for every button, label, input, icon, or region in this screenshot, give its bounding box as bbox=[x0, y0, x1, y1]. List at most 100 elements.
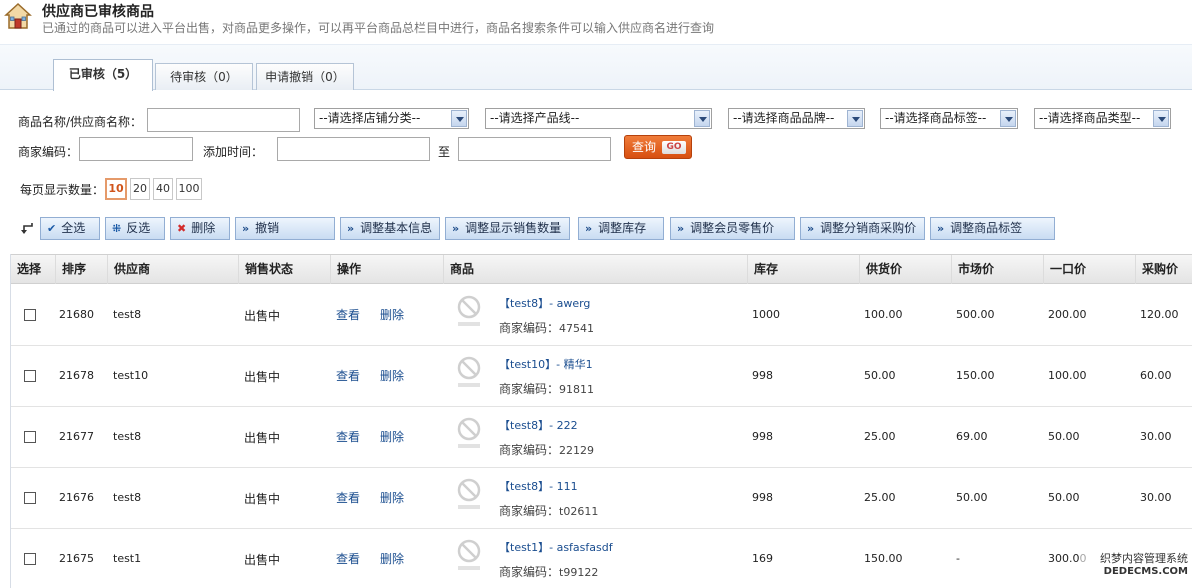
column-header: 排序 bbox=[55, 255, 107, 284]
pagesize-option-10[interactable]: 10 bbox=[105, 178, 127, 200]
shop-category-select[interactable]: --请选择店铺分类-- bbox=[314, 108, 469, 129]
tab-approved[interactable]: 已审核（5） bbox=[53, 59, 153, 91]
product-title-link[interactable]: 【test10】- 精华1 bbox=[499, 356, 593, 372]
product-title-link[interactable]: 【test8】- 222 bbox=[499, 417, 578, 433]
query-button[interactable]: 查询 GO bbox=[624, 135, 692, 159]
page-header: 供应商已审核商品 已通过的商品可以进入平台出售，对商品更多操作，可以再平台商品总… bbox=[0, 0, 1192, 44]
stock-value: 1000 bbox=[752, 308, 780, 321]
view-link[interactable]: 查看 bbox=[336, 306, 360, 323]
product-table: 选择 排序 供应商 销售状态 操作 商品 库存 供货价 市场价 一口价 采购价 … bbox=[10, 254, 1192, 588]
column-header: 操作 bbox=[330, 255, 443, 284]
fixed-price: 100.00 bbox=[1048, 369, 1087, 382]
shop-category-value: --请选择店铺分类-- bbox=[319, 111, 421, 125]
time-from-input[interactable] bbox=[277, 137, 430, 161]
sale-status: 出售中 bbox=[244, 553, 281, 567]
sort-value: 21676 bbox=[59, 491, 94, 504]
double-chevron-right-icon: » bbox=[937, 222, 944, 235]
watermark: 织梦内容管理系统 DEDECMS.COM bbox=[1080, 552, 1192, 588]
supplier-name: test1 bbox=[113, 552, 142, 565]
row-checkbox[interactable] bbox=[24, 431, 36, 443]
view-link[interactable]: 查看 bbox=[336, 550, 360, 567]
column-header: 采购价 bbox=[1135, 255, 1192, 284]
adjust-tags-button[interactable]: » 调整商品标签 bbox=[930, 217, 1055, 240]
tag-select[interactable]: --请选择商品标签-- bbox=[880, 108, 1018, 129]
market-price: 500.00 bbox=[956, 308, 995, 321]
pagesize-option-100[interactable]: 100 bbox=[176, 178, 202, 200]
product-type-select[interactable]: --请选择商品类型-- bbox=[1034, 108, 1171, 129]
chevron-down-icon bbox=[451, 110, 467, 127]
delete-link[interactable]: 删除 bbox=[380, 367, 404, 384]
delete-link[interactable]: 删除 bbox=[380, 550, 404, 567]
table-row: 21678 test10 出售中 查看 删除 【test10】- 精华1 商家编码：9181… bbox=[11, 346, 1192, 407]
adjust-distributor-price-button[interactable]: » 调整分销商采购价 bbox=[800, 217, 925, 240]
merchant-code-input[interactable] bbox=[79, 137, 193, 161]
purchase-price: 30.00 bbox=[1140, 430, 1172, 443]
row-checkbox[interactable] bbox=[24, 370, 36, 382]
sort-value: 21675 bbox=[59, 552, 94, 565]
row-checkbox[interactable] bbox=[24, 309, 36, 321]
column-header: 供应商 bbox=[107, 255, 238, 284]
no-image-icon bbox=[457, 478, 481, 509]
table-row: 21677 test8 出售中 查看 删除 【test8】- 222 商家编码：22129 9… bbox=[11, 407, 1192, 468]
turn-arrow-icon bbox=[21, 223, 33, 234]
merchant-code: 商家编码：91811 bbox=[499, 382, 595, 396]
product-title-link[interactable]: 【test8】- 111 bbox=[499, 478, 578, 494]
view-link[interactable]: 查看 bbox=[336, 428, 360, 445]
product-title-link[interactable]: 【test8】- awerg bbox=[499, 295, 590, 311]
delete-link[interactable]: 删除 bbox=[380, 489, 404, 506]
sale-status: 出售中 bbox=[244, 370, 281, 384]
sort-value: 21677 bbox=[59, 430, 94, 443]
market-price: 150.00 bbox=[956, 369, 995, 382]
merchant-code: 商家编码：t99122 bbox=[499, 565, 599, 579]
supply-price: 100.00 bbox=[864, 308, 903, 321]
table-header: 选择 排序 供应商 销售状态 操作 商品 库存 供货价 市场价 一口价 采购价 bbox=[11, 254, 1192, 284]
no-image-icon bbox=[457, 417, 481, 448]
adjust-basic-info-button[interactable]: » 调整基本信息 bbox=[340, 217, 440, 240]
go-badge: GO bbox=[662, 141, 686, 154]
watermark-line2: DEDECMS.COM bbox=[1103, 566, 1188, 577]
double-chevron-right-icon: » bbox=[585, 222, 592, 235]
delete-link[interactable]: 删除 bbox=[380, 306, 404, 323]
supply-price: 25.00 bbox=[864, 430, 896, 443]
tab-pending[interactable]: 待审核（0） bbox=[155, 63, 253, 90]
revoke-button[interactable]: » 撤销 bbox=[235, 217, 335, 240]
pagesize-option-20[interactable]: 20 bbox=[130, 178, 150, 200]
product-title-link[interactable]: 【test1】- asfasfasdf bbox=[499, 539, 613, 555]
fixed-price: 50.00 bbox=[1048, 491, 1080, 504]
adjust-stock-button[interactable]: » 调整库存 bbox=[578, 217, 664, 240]
sort-value: 21678 bbox=[59, 369, 94, 382]
adjust-sales-count-button[interactable]: » 调整显示销售数量 bbox=[445, 217, 570, 240]
delete-selected-button[interactable]: ✖ 删除 bbox=[170, 217, 230, 240]
column-header: 库存 bbox=[747, 255, 859, 284]
time-to-input[interactable] bbox=[458, 137, 611, 161]
page-description: 已通过的商品可以进入平台出售，对商品更多操作，可以再平台商品总栏目中进行，商品名… bbox=[42, 21, 715, 35]
table-row: 21675 test1 出售中 查看 删除 【test1】- asfasfasdf 商家编码… bbox=[11, 529, 1192, 588]
chevron-down-icon bbox=[694, 110, 710, 127]
product-line-select[interactable]: --请选择产品线-- bbox=[485, 108, 712, 129]
name-filter-label: 商品名称/供应商名称： bbox=[18, 115, 143, 129]
tab-revoke-request[interactable]: 申请撤销（0） bbox=[256, 63, 354, 90]
time-filter-label: 添加时间： bbox=[203, 145, 264, 159]
row-checkbox[interactable] bbox=[24, 492, 36, 504]
view-link[interactable]: 查看 bbox=[336, 489, 360, 506]
invert-icon: ⁜ bbox=[112, 222, 122, 235]
row-checkbox[interactable] bbox=[24, 553, 36, 565]
delete-link[interactable]: 删除 bbox=[380, 428, 404, 445]
invert-selection-button[interactable]: ⁜ 反选 bbox=[105, 217, 165, 240]
pagesize-option-40[interactable]: 40 bbox=[153, 178, 173, 200]
purchase-price: 30.00 bbox=[1140, 491, 1172, 504]
page-title: 供应商已审核商品 bbox=[42, 4, 154, 20]
stock-value: 998 bbox=[752, 369, 773, 382]
brand-select[interactable]: --请选择商品品牌-- bbox=[728, 108, 865, 129]
column-header: 市场价 bbox=[951, 255, 1043, 284]
no-image-icon bbox=[457, 356, 481, 387]
adjust-member-price-button[interactable]: » 调整会员零售价 bbox=[670, 217, 795, 240]
product-type-value: --请选择商品类型-- bbox=[1039, 111, 1141, 125]
name-search-input[interactable] bbox=[147, 108, 300, 132]
stock-value: 998 bbox=[752, 430, 773, 443]
supply-price: 25.00 bbox=[864, 491, 896, 504]
view-link[interactable]: 查看 bbox=[336, 367, 360, 384]
select-all-button[interactable]: ✔ 全选 bbox=[40, 217, 100, 240]
chevron-down-icon bbox=[847, 110, 863, 127]
column-header: 一口价 bbox=[1043, 255, 1135, 284]
